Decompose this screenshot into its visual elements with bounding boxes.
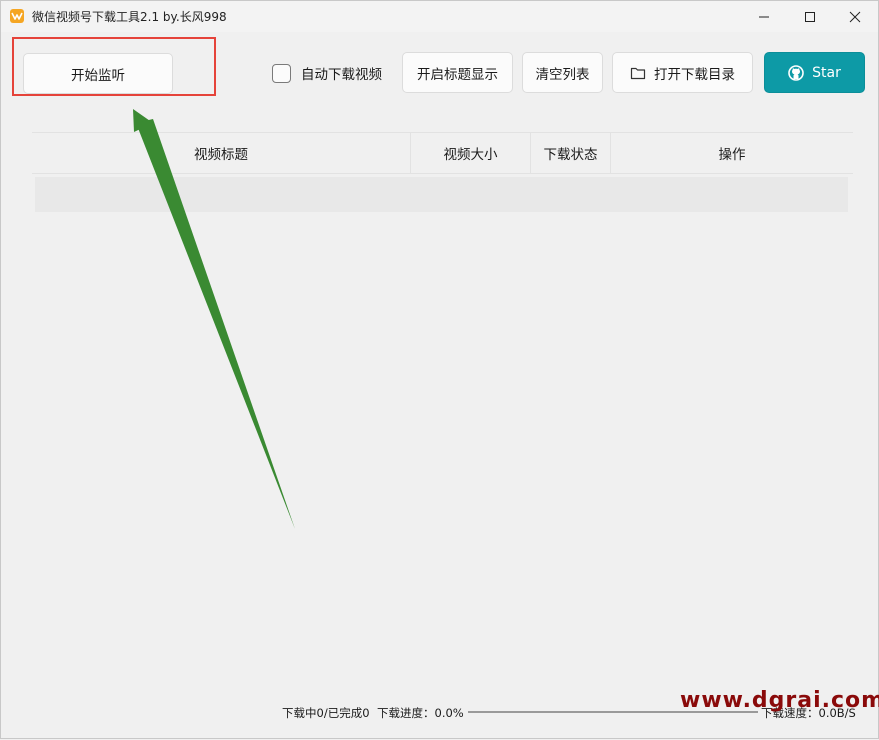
- watermark: www.dgrai.com: [680, 688, 879, 713]
- app-window: 微信视频号下载工具2.1 by.长风998 开始监听 自动下载视频 开启标题显示: [0, 0, 879, 739]
- annotation-arrow: [133, 109, 295, 529]
- download-progress-label: 下载进度：0.0%: [377, 706, 464, 720]
- download-counts: 下载中0/已完成0: [282, 706, 370, 720]
